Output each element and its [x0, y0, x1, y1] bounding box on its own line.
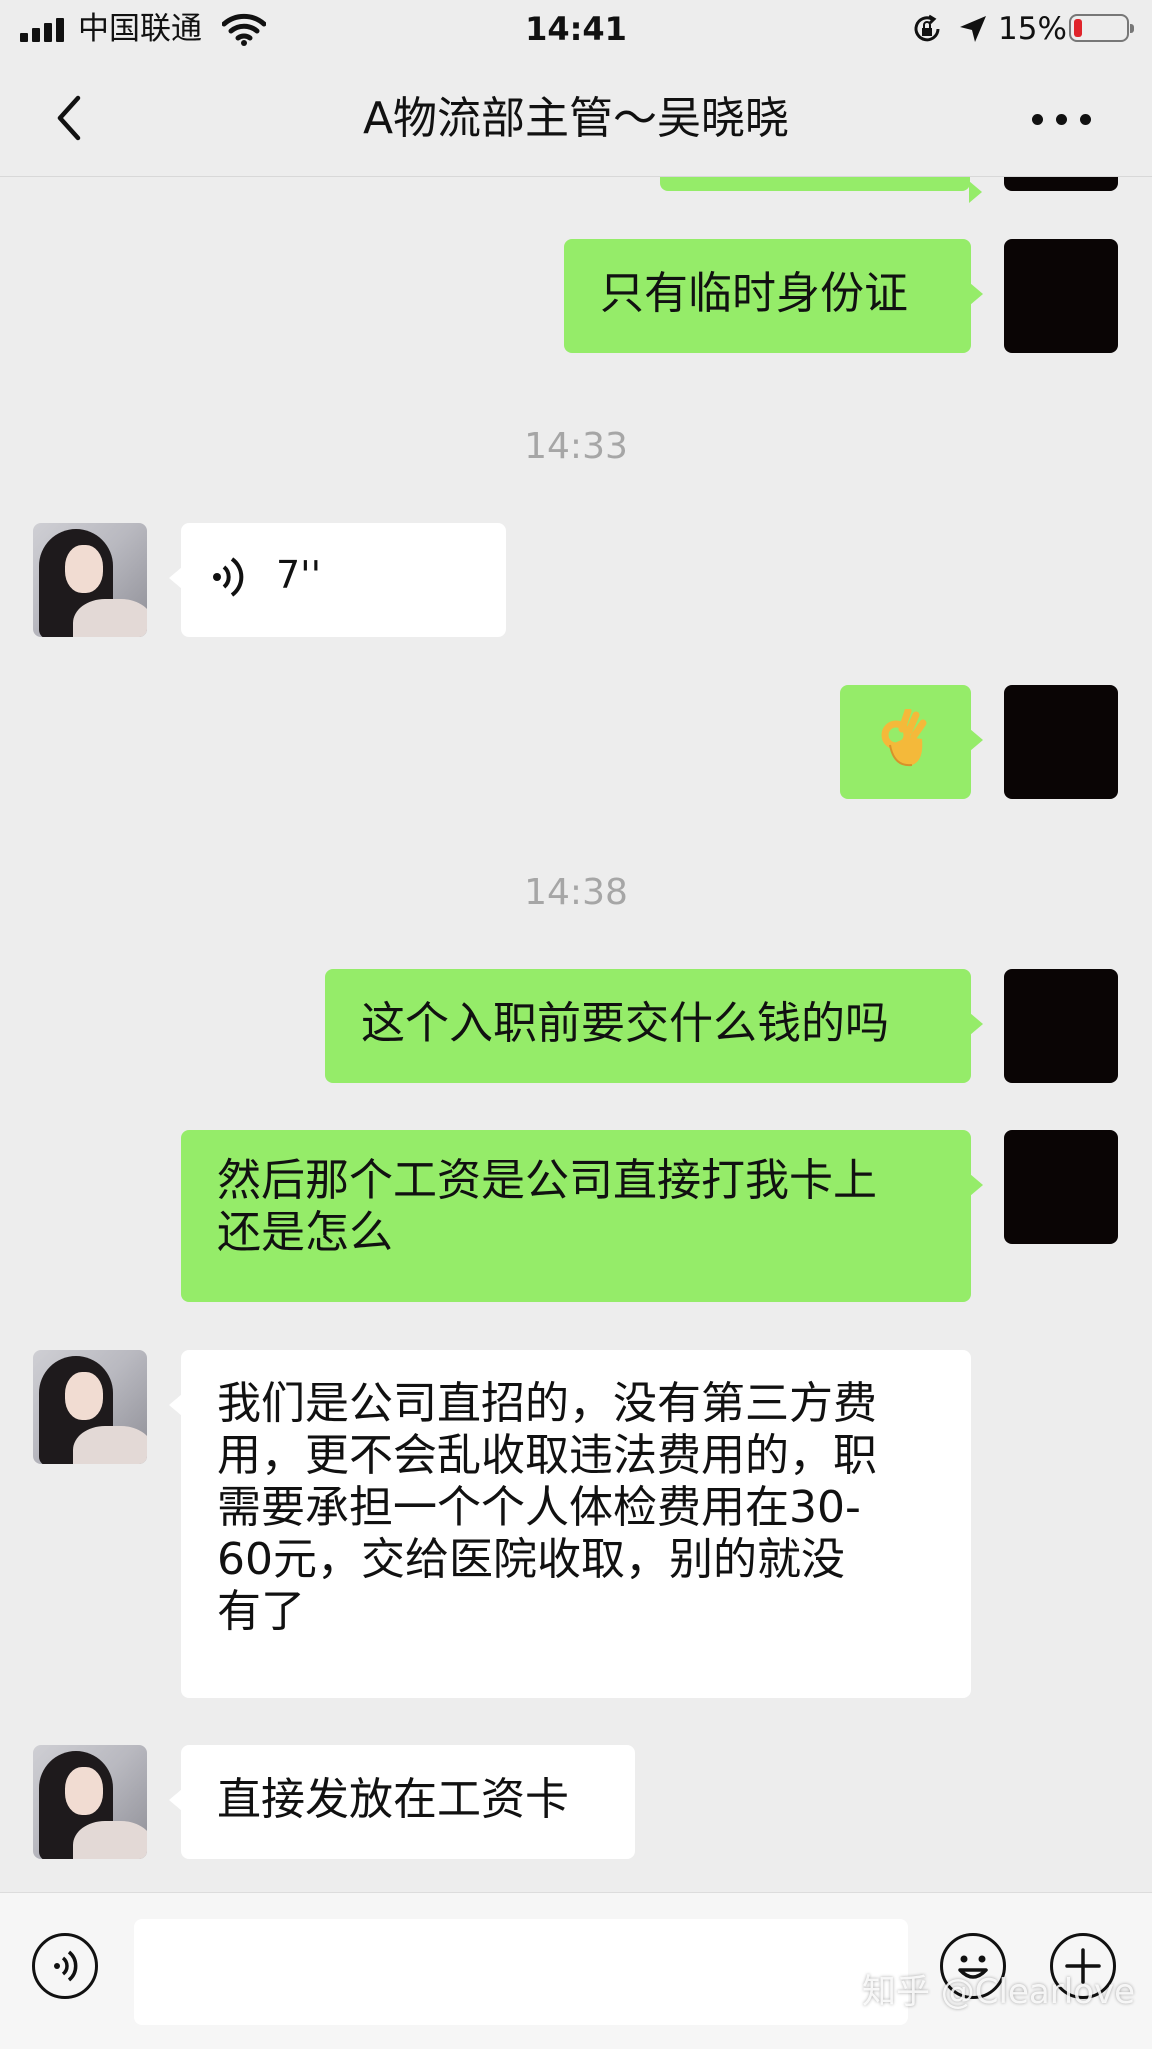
voice-wave-icon: [213, 557, 244, 597]
message-bubble-self[interactable]: 这个入职前要交什么钱的吗: [325, 969, 983, 1083]
avatar[interactable]: [1004, 1130, 1118, 1244]
chat-title: A物流部主管～吴晓晓: [362, 93, 790, 144]
avatar[interactable]: [33, 523, 147, 637]
message-text: 然后那个工资是公司直接打我卡上 还是怎么: [217, 1155, 877, 1258]
message-bubble-self[interactable]: 只有临时身份证: [564, 239, 983, 353]
message-text: 直接发放在工资卡: [217, 1774, 569, 1825]
message-text: 只有临时身份证: [600, 268, 908, 319]
battery-icon: [1069, 14, 1134, 42]
ok-hand-emoji: [881, 709, 927, 767]
status-bar: 中国联通 14:41 15%: [0, 0, 1152, 58]
message-bubble-self[interactable]: [840, 685, 983, 799]
message-bubble-self[interactable]: 然后那个工资是公司直接打我卡上 还是怎么: [181, 1130, 983, 1302]
avatar[interactable]: [1004, 239, 1118, 353]
avatar[interactable]: [33, 1350, 147, 1464]
message-list[interactable]: 只有临时身份证 14:33 7'' 14:38 这个入职前要交什么钱的吗 然后那…: [0, 177, 1152, 1892]
avatar[interactable]: [33, 1745, 147, 1859]
message-input[interactable]: [134, 1919, 908, 2025]
voice-toggle-icon[interactable]: [32, 1933, 98, 1999]
orientation-lock-icon: [914, 14, 940, 42]
timestamp: 14:33: [524, 426, 628, 467]
message-text: 我们是公司直招的，没有第三方费 用，更不会乱收取违法费用的，职 需要承担一个个人…: [217, 1378, 877, 1637]
input-bar: [0, 1892, 1152, 2049]
avatar[interactable]: [1004, 969, 1118, 1083]
timestamp: 14:38: [524, 872, 628, 913]
message-text: 这个入职前要交什么钱的吗: [361, 998, 889, 1049]
watermark: 知乎 @Clearlove: [862, 1972, 1136, 2012]
message-bubble-other[interactable]: 我们是公司直招的，没有第三方费 用，更不会乱收取违法费用的，职 需要承担一个个人…: [169, 1350, 971, 1698]
avatar[interactable]: [1004, 177, 1118, 191]
ellipsis-icon[interactable]: [1030, 108, 1094, 128]
voice-message-bubble[interactable]: 7'': [169, 523, 506, 637]
location-arrow-icon: [960, 16, 986, 42]
battery-percent: 15%: [998, 11, 1067, 47]
chat-header: A物流部主管～吴晓晓: [0, 58, 1152, 177]
avatar[interactable]: [1004, 685, 1118, 799]
message-bubble-self[interactable]: [660, 177, 982, 203]
voice-duration: 7'': [276, 553, 322, 597]
battery-level-fill: [1074, 19, 1082, 37]
message-bubble-other[interactable]: 直接发放在工资卡: [169, 1745, 635, 1859]
